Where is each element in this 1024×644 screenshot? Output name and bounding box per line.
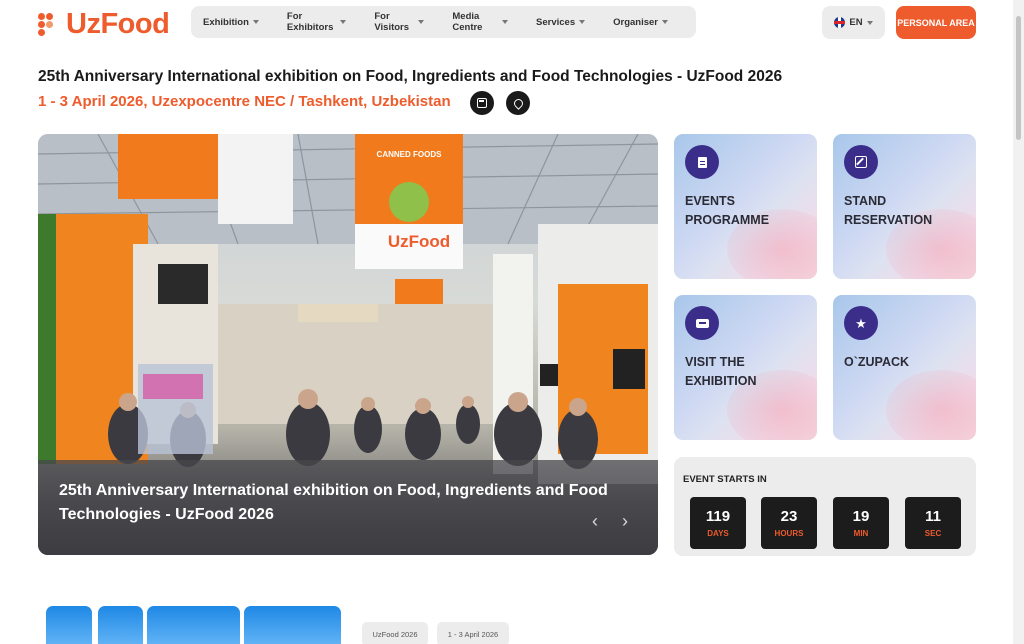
personal-area-button[interactable]: PERSONAL AREA [896,6,976,39]
star-icon: ★ [844,306,878,340]
site-logo[interactable]: UzFood [38,8,170,41]
nav-item-for-visitors[interactable]: For Visitors [374,11,425,33]
map-pin-icon [511,96,525,110]
hero-slider[interactable]: CANNED FOODS UzFood 25th Anniversary Int… [38,134,658,555]
event-tag: UzFood 2026 [362,622,428,644]
nav-label: Exhibition [203,16,249,28]
chevron-down-icon [662,20,668,24]
chevron-down-icon [866,20,873,25]
ticket-icon [685,306,719,340]
tile-label: O`ZUPACK [844,355,910,369]
chevron-down-icon [579,20,586,24]
scrollbar-thumb[interactable] [1016,16,1021,140]
banner-text: CANNED FOODS [377,150,443,159]
nav-label: Services [536,16,576,28]
chevron-left-icon[interactable]: ‹ [587,512,603,530]
nav-item-media-centre[interactable]: Media Centre [452,11,509,33]
nav-item-for-exhibitors[interactable]: For Exhibitors [286,11,347,33]
tile-label: EVENTS PROGRAMME [685,194,770,227]
chevron-down-icon [340,20,347,24]
nav-item-organiser[interactable]: Organiser [613,17,668,28]
hero-caption: 25th Anniversary International exhibitio… [59,482,608,523]
chevron-down-icon [502,20,509,24]
event-countdown: EVENT STARTS IN 119 DAYS 23 HOURS 19 MIN 11… [674,457,976,556]
chevron-down-icon [252,20,259,24]
tile-visit-exhibition[interactable]: VISIT THE EXHIBITION [674,295,817,440]
countdown-title: EVENT STARTS IN [683,474,767,485]
add-to-calendar-button[interactable] [470,91,494,115]
calendar-icon [477,98,487,108]
nav-label: Organiser [613,16,658,28]
date-tag: 1 - 3 April 2026 [437,622,509,644]
banner-logo: UzFood [388,232,450,251]
nav-item-exhibition[interactable]: Exhibition [203,17,259,28]
tile-label: VISIT THE EXHIBITION [685,355,757,388]
logo-mark-icon [38,12,62,37]
event-date-location: 1 - 3 April 2026, Uzexpocentre NEC / Tas… [38,93,451,110]
page-title: 25th Anniversary International exhibitio… [38,68,783,85]
gallery-thumbnail[interactable] [244,606,341,644]
nav-label: For Visitors [374,11,410,33]
gallery-thumbnail[interactable] [46,606,92,644]
gallery-thumbnail[interactable] [98,606,143,644]
tile-ozupack[interactable]: ★ O`ZUPACK [833,295,976,440]
countdown-minutes: 19 MIN [833,497,889,549]
language-selector[interactable]: EN [822,6,885,39]
gallery-thumbnail[interactable] [147,606,240,644]
clipboard-icon [685,145,719,179]
language-label: EN [849,17,863,28]
main-nav: Exhibition For Exhibitors For Visitors M… [191,6,696,38]
page-scrollbar[interactable] [1013,0,1024,644]
countdown-hours: 23 HOURS [761,497,817,549]
location-button[interactable] [506,91,530,115]
logo-text: UzFood [66,8,170,40]
countdown-days: 119 DAYS [690,497,746,549]
tile-label: STAND RESERVATION [844,194,933,227]
nav-label: For Exhibitors [286,11,334,33]
tile-stand-reservation[interactable]: STAND RESERVATION [833,134,976,279]
nav-label: Media Centre [452,11,483,33]
edit-icon [844,145,878,179]
chevron-right-icon[interactable]: › [617,512,633,530]
tile-events-programme[interactable]: EVENTS PROGRAMME [674,134,817,279]
chevron-down-icon [418,20,425,24]
nav-item-services[interactable]: Services [536,16,586,28]
uk-flag-icon [834,17,846,28]
countdown-seconds: 11 SEC [905,497,961,549]
